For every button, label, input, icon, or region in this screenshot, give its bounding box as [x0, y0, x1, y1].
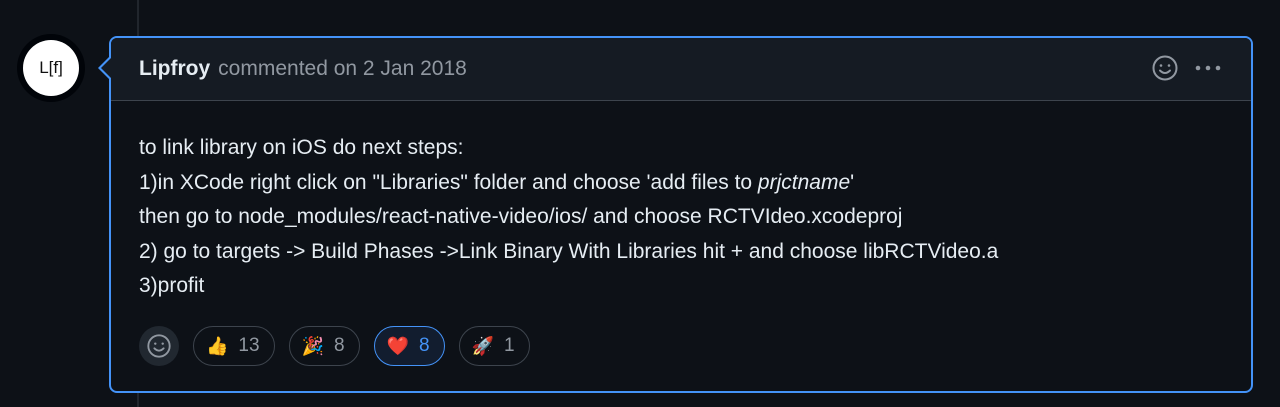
comment-italic-text: prjctname — [757, 170, 851, 194]
comment-text: ' — [850, 170, 855, 194]
reaction-rocket[interactable]: 🚀 1 — [458, 326, 530, 366]
add-reaction-button[interactable] — [139, 326, 179, 366]
reaction-count: 1 — [503, 335, 515, 356]
comment-header: Lipfroy commented on 2 Jan 2018 — [111, 38, 1251, 101]
comment-line: 3)profit — [139, 274, 205, 297]
avatar[interactable]: L[f] — [17, 34, 85, 102]
comment-box: Lipfroy commented on 2 Jan 2018 to link … — [109, 36, 1253, 393]
reaction-thumbs-up[interactable]: 👍 13 — [193, 326, 275, 366]
reaction-count: 8 — [333, 335, 345, 356]
comment-timestamp[interactable]: commented on 2 Jan 2018 — [218, 57, 467, 81]
avatar-image: L[f] — [23, 40, 79, 96]
comment-line: to link library on iOS do next steps: — [139, 136, 464, 159]
reaction-tada[interactable]: 🎉 8 — [288, 326, 360, 366]
reaction-heart[interactable]: ❤️ 8 — [373, 326, 445, 366]
header-actions — [1151, 54, 1223, 82]
comment-line: then go to node_modules/react-native-vid… — [139, 205, 903, 228]
rocket-icon: 🚀 — [471, 335, 494, 357]
heart-icon: ❤️ — [386, 335, 409, 357]
reaction-count: 13 — [238, 335, 260, 356]
kebab-menu-icon[interactable] — [1193, 54, 1223, 82]
reaction-count: 8 — [418, 335, 430, 356]
smiley-icon[interactable] — [1151, 54, 1179, 82]
reactions-bar: 👍 13 🎉 8 ❤️ 8 🚀 1 — [139, 326, 530, 366]
comment-line: 1)in XCode right click on "Libraries" fo… — [139, 166, 1223, 201]
comment-body: to link library on iOS do next steps: 1)… — [111, 101, 1251, 304]
comment-author[interactable]: Lipfroy — [139, 57, 210, 81]
comment-pointer-fill — [101, 58, 111, 78]
comment-text: 1)in XCode right click on "Libraries" fo… — [139, 170, 758, 194]
comment-line: 2) go to targets -> Build Phases ->Link … — [139, 239, 999, 263]
party-popper-icon: 🎉 — [301, 335, 324, 357]
thumbs-up-icon: 👍 — [206, 335, 229, 357]
smiley-icon — [147, 334, 171, 358]
